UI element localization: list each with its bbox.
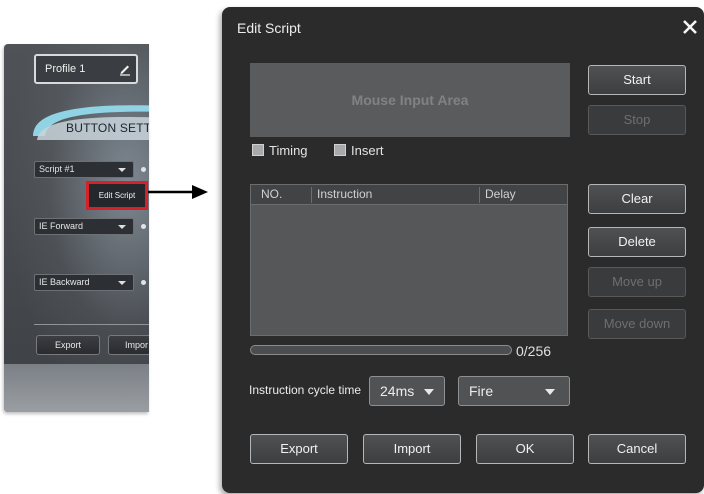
cancel-button[interactable]: Cancel [588,434,686,464]
edit-script-button[interactable]: Edit Script [89,184,145,207]
stop-button[interactable]: Stop [588,105,686,135]
section-title: BUTTON SETTIN [66,121,149,135]
column-divider [479,187,480,203]
move-down-button[interactable]: Move down [588,309,686,339]
script-dropdown[interactable]: Script #1 [34,161,134,178]
start-button[interactable]: Start [588,65,686,95]
chevron-down-icon [118,281,126,285]
cycle-time-select[interactable]: 24ms [369,376,445,406]
dialog-title: Edit Script [237,20,301,36]
chevron-down-icon [118,168,126,172]
instruction-capacity-bar [250,345,512,355]
insert-label: Insert [351,143,384,158]
import-button[interactable]: Import [363,434,461,464]
dropdown-value: Script #1 [39,164,75,174]
edit-script-dialog: Edit Script Mouse Input Area Timing Inse… [222,7,704,493]
button-type-value: Fire [469,383,494,399]
swoosh-logo-icon [33,105,149,140]
timing-checkbox[interactable] [252,144,264,156]
export-button[interactable]: Export [250,434,348,464]
profile-selector[interactable]: Profile 1 [34,54,138,84]
edit-script-highlight: Edit Script [86,181,148,210]
profile-label: Profile 1 [45,63,86,75]
button-type-select[interactable]: Fire [458,376,570,406]
button-settings-panel: Profile 1 BUTTON SETTIN Script #1 Edit S… [4,44,149,412]
forward-dropdown[interactable]: IE Forward [34,218,134,235]
insert-checkbox[interactable] [334,144,346,156]
mouse-input-area[interactable]: Mouse Input Area [250,63,570,137]
instruction-counter: 0/256 [516,343,552,359]
chevron-down-icon [424,389,434,395]
connector-dot [141,280,146,285]
timing-label: Timing [269,143,308,158]
export-button[interactable]: Export [36,335,100,355]
arrow-right-icon [148,185,208,199]
chevron-down-icon [118,225,126,229]
list-header: NO. Instruction Delay [251,185,567,205]
dropdown-value: IE Forward [39,221,84,231]
panel-footer [4,364,149,412]
import-button[interactable]: Impor [108,335,149,355]
cycle-time-label: Instruction cycle time [249,383,362,397]
ok-button[interactable]: OK [476,434,574,464]
connector-dot [141,167,146,172]
chevron-down-icon [545,389,555,395]
mouse-input-area-label: Mouse Input Area [351,92,469,108]
column-no[interactable]: NO. [261,185,282,204]
instruction-list[interactable]: NO. Instruction Delay [250,184,568,336]
connector-dot [141,224,146,229]
pencil-icon[interactable] [118,62,132,76]
close-icon[interactable] [681,18,699,36]
column-delay[interactable]: Delay [485,185,516,204]
column-instruction[interactable]: Instruction [317,185,372,204]
cycle-time-value: 24ms [380,383,415,399]
backward-dropdown[interactable]: IE Backward [34,274,134,291]
divider [34,324,149,325]
move-up-button[interactable]: Move up [588,267,686,297]
column-divider [311,187,312,203]
clear-button[interactable]: Clear [588,184,686,214]
delete-button[interactable]: Delete [588,227,686,257]
dropdown-value: IE Backward [39,277,90,287]
